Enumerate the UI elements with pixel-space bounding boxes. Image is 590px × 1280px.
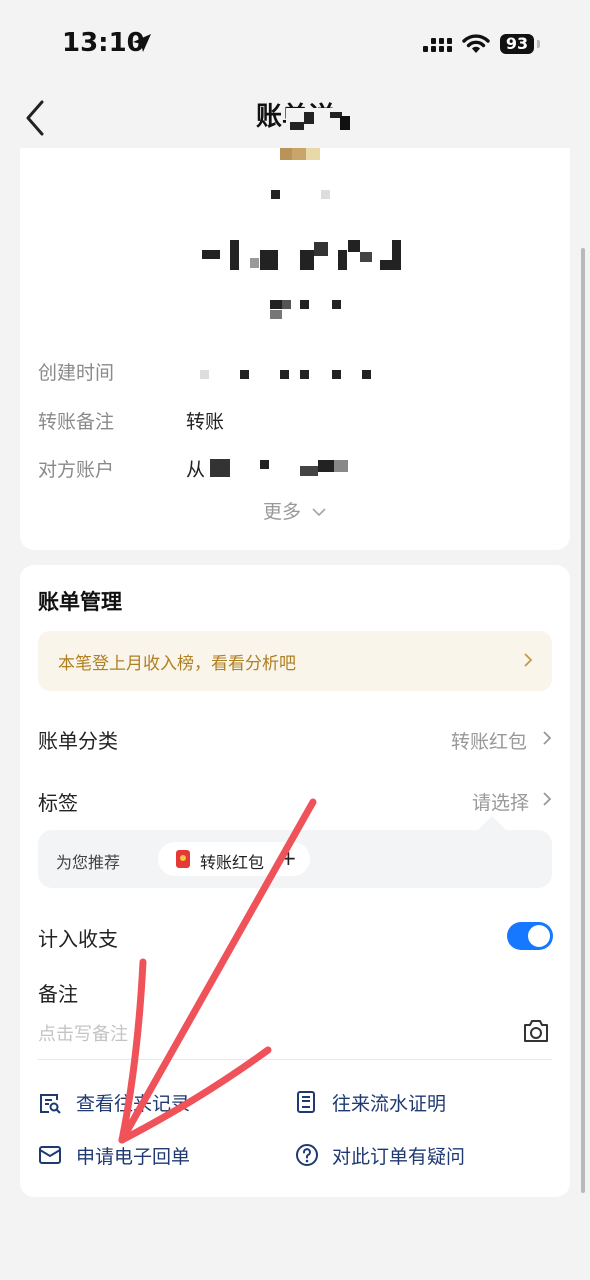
battery-level: 93: [500, 34, 534, 54]
battery-tip: [537, 40, 540, 48]
scrollbar[interactable]: [581, 248, 585, 1193]
created-time-label: 创建时间: [38, 362, 115, 384]
chevron-right-icon: [524, 653, 533, 667]
transfer-note-label: 转账备注: [38, 411, 115, 433]
analysis-banner[interactable]: 本笔登上月收入榜，看看分析吧: [38, 631, 552, 691]
recommend-pointer: [478, 816, 506, 830]
tag-select-value[interactable]: 请选择: [472, 788, 529, 815]
statement-proof-action[interactable]: 往来流水证明: [332, 1089, 446, 1116]
view-records-action[interactable]: 查看往来记录: [76, 1089, 190, 1116]
more-label: 更多: [262, 501, 301, 523]
status-bar: 13:10 93: [0, 0, 590, 88]
apply-e-receipt-action[interactable]: 申请电子回单: [76, 1142, 190, 1169]
record-search-icon: [40, 1094, 61, 1114]
bill-category-label: 账单分类: [38, 729, 118, 753]
count-in-toggle[interactable]: [507, 922, 553, 950]
toggle-knob: [528, 925, 550, 947]
chevron-right-icon[interactable]: [541, 729, 553, 747]
note-input[interactable]: 点击写备注: [38, 1020, 128, 1046]
chip-label: 转账红包: [200, 853, 265, 872]
recommend-label: 为您推荐: [56, 853, 121, 872]
camera-icon[interactable]: [522, 1018, 550, 1044]
transfer-note-value: 转账: [186, 411, 225, 433]
envelope-icon: [39, 1146, 61, 1164]
cellular-signal-icon: [423, 38, 452, 52]
bill-detail-card: [20, 148, 570, 550]
order-question-action[interactable]: 对此订单有疑问: [332, 1142, 465, 1169]
statement-doc-icon: [297, 1091, 315, 1113]
section-title: 账单管理: [38, 590, 122, 614]
bill-category-value[interactable]: 转账红包: [451, 727, 527, 754]
tag-label: 标签: [38, 791, 78, 815]
red-packet-icon: [176, 850, 190, 868]
counterparty-label: 对方账户: [38, 459, 115, 481]
chevron-down-icon: [312, 508, 326, 517]
more-toggle[interactable]: 更多: [0, 497, 590, 524]
location-arrow-icon: [133, 34, 151, 52]
question-circle-icon: [296, 1144, 318, 1166]
recommend-tags-box: 为您推荐 转账红包 +: [38, 830, 552, 888]
title-mosaic-redaction: [286, 108, 350, 134]
counterparty-prefix: 从: [186, 459, 206, 481]
wifi-icon: [462, 34, 490, 53]
count-in-label: 计入收支: [38, 927, 118, 951]
note-label: 备注: [38, 982, 78, 1006]
divider: [38, 1059, 552, 1060]
plus-icon: +: [280, 846, 297, 870]
chevron-right-icon[interactable]: [541, 790, 553, 808]
recommend-tag-chip[interactable]: 转账红包 +: [158, 842, 310, 876]
banner-text: 本笔登上月收入榜，看看分析吧: [58, 654, 296, 674]
